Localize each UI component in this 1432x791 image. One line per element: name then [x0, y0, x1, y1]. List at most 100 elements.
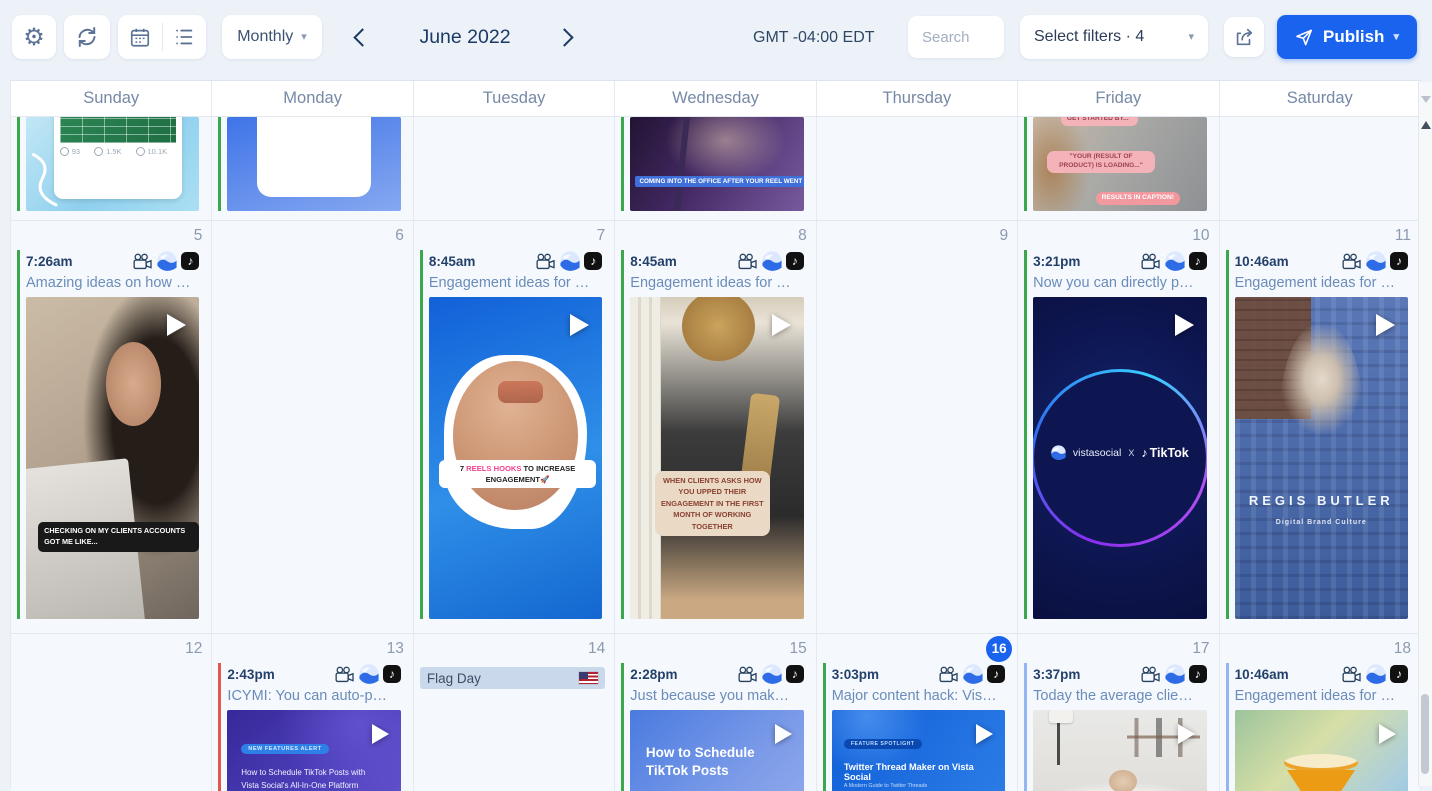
day-cell-11[interactable]: 11 10:46am ♪ Engagement ideas for … REGI…	[1220, 221, 1421, 633]
publish-button[interactable]: Publish ▾	[1277, 15, 1417, 59]
next-month-button[interactable]	[555, 28, 573, 46]
share-calendar-button[interactable]	[1224, 17, 1264, 57]
day-number: 18	[1394, 640, 1411, 658]
day-cell-13[interactable]: 13 2:43pm ♪ ICYMI: You can auto-p… NEW F…	[212, 634, 413, 791]
video-camera-icon	[1140, 253, 1161, 270]
day-cell-14[interactable]: 14 Flag Day	[414, 634, 615, 791]
previous-month-button[interactable]	[353, 28, 371, 46]
calendar-view-button[interactable]	[118, 15, 162, 59]
day-header-tuesday: Tuesday	[414, 81, 615, 116]
calendar-post[interactable]: Photographers YOU'LL WANT TO FOLLOW	[218, 117, 400, 211]
search-input[interactable]	[908, 16, 1004, 58]
calendar-post[interactable]: 3:37pm ♪ Today the average clie… WHEN YO…	[1024, 663, 1206, 791]
day-number: 15	[789, 640, 806, 658]
day-cell-6[interactable]: 6	[212, 221, 413, 633]
video-camera-icon	[737, 666, 758, 683]
calendar-post[interactable]: 7:26am ♪ Amazing ideas on how … CHECKING…	[17, 250, 199, 619]
tiktok-icon: ♪	[1189, 252, 1207, 270]
day-cell-8[interactable]: 8 8:45am ♪ Engagement ideas for … WHEN C…	[615, 221, 816, 633]
post-title: Now you can directly p…	[1033, 272, 1206, 294]
refresh-button[interactable]	[64, 15, 110, 59]
tiktok-icon: ♪	[786, 252, 804, 270]
video-camera-icon	[535, 253, 556, 270]
day-cell[interactable]	[1220, 117, 1421, 220]
day-number: 10	[1192, 227, 1209, 245]
day-cell[interactable]	[414, 117, 615, 220]
scroll-up-icon[interactable]	[1421, 121, 1431, 129]
list-view-button[interactable]	[162, 15, 206, 59]
thumbnail-title: Twitter Thread Maker on Vista Social	[844, 762, 993, 782]
view-range-dropdown[interactable]: Monthly ▾	[222, 15, 322, 59]
post-thumbnail: How to Schedule TikTok Posts with Vista …	[630, 710, 803, 791]
day-cell-17[interactable]: 17 3:37pm ♪ Today the average clie… WHEN…	[1018, 634, 1219, 791]
week-row-jun5-11: 5 7:26am ♪ Amazing ideas on how … CHECKI…	[11, 220, 1421, 633]
day-cell-12[interactable]: 12	[11, 634, 212, 791]
calendar-post[interactable]: GET STARTED BY..." "YOUR (RESULT OF PROD…	[1024, 117, 1206, 211]
day-cell-18[interactable]: 18 10:46am ♪ Engagement ideas for …	[1220, 634, 1421, 791]
day-cell-5[interactable]: 5 7:26am ♪ Amazing ideas on how … CHECKI…	[11, 221, 212, 633]
thumbnail-title: How to Schedule TikTok Posts	[646, 744, 785, 780]
post-network-icons: ♪	[1341, 251, 1408, 271]
calendar-post[interactable]: 3:21pm ♪ Now you can directly p… vistaso…	[1024, 250, 1206, 619]
repost-icon	[94, 147, 103, 156]
day-header-row: Sunday Monday Tuesday Wednesday Thursday…	[11, 81, 1421, 116]
day-cell-16[interactable]: 16 3:03pm ♪ Major content hack: Vis… FEA…	[817, 634, 1018, 791]
calendar-post[interactable]: 10:46am ♪ Engagement ideas for … REGIS B…	[1226, 250, 1408, 619]
day-cell[interactable]: Photographers YOU'LL WANT TO FOLLOW	[212, 117, 413, 220]
squiggle-decoration	[30, 147, 82, 209]
calendar-post[interactable]: 10:46am ♪ Engagement ideas for …	[1226, 663, 1408, 791]
repost-count: 1.5K	[106, 147, 121, 156]
day-cell[interactable]: 93 1.5K 10.1K	[11, 117, 212, 220]
video-camera-icon	[1140, 666, 1161, 683]
day-number: 9	[1000, 227, 1009, 245]
post-network-icons: ♪	[938, 664, 1005, 684]
post-time: 2:28pm	[630, 667, 677, 682]
vertical-scrollbar[interactable]	[1418, 82, 1432, 786]
day-cell-9[interactable]: 9	[817, 221, 1018, 633]
tiktok-icon: ♪	[584, 252, 602, 270]
post-title: Just because you mak…	[630, 685, 803, 707]
video-camera-icon	[1341, 253, 1362, 270]
calendar-post[interactable]: 2:43pm ♪ ICYMI: You can auto-p… NEW FEAT…	[218, 663, 400, 791]
day-cell-7[interactable]: 7 8:45am ♪ Engagement ideas for … 7 REEL…	[414, 221, 615, 633]
calendar-post[interactable]: 93 1.5K 10.1K	[17, 117, 199, 211]
day-cell[interactable]: COMING INTO THE OFFICE AFTER YOUR REEL W…	[615, 117, 816, 220]
post-thumbnail: FEATURE SPOTLIGHT Twitter Thread Maker o…	[832, 710, 1005, 791]
post-title: Engagement ideas for …	[630, 272, 803, 294]
tiktok-icon: ♪	[1390, 252, 1408, 270]
thumbnail-badge: FEATURE SPOTLIGHT	[844, 739, 922, 749]
day-header-monday: Monday	[212, 81, 413, 116]
calendar-post[interactable]: 2:28pm ♪ Just because you mak… How to Sc…	[621, 663, 803, 791]
post-time: 7:26am	[26, 254, 73, 269]
vista-social-avatar-icon	[762, 251, 782, 271]
filters-label: Select filters · 4	[1034, 28, 1144, 46]
day-number: 5	[194, 227, 203, 245]
brand-x: X	[1128, 448, 1134, 458]
post-title: ICYMI: You can auto-p…	[227, 685, 400, 707]
vista-social-avatar-icon	[1051, 445, 1066, 460]
play-icon	[167, 314, 186, 336]
calendar-post[interactable]: 8:45am ♪ Engagement ideas for … 7 REELS …	[420, 250, 602, 619]
post-time: 8:45am	[630, 254, 677, 269]
toolbar: ⚙ Monthly ▾ June 2022 GMT -04:00 EDT Sel…	[0, 0, 1432, 80]
scroll-caret-light-icon[interactable]	[1421, 96, 1431, 103]
day-cell-10[interactable]: 10 3:21pm ♪ Now you can directly p… vist…	[1018, 221, 1219, 633]
settings-button[interactable]: ⚙	[12, 15, 56, 59]
post-thumbnail: Photographers YOU'LL WANT TO FOLLOW	[227, 117, 400, 211]
calendar-post[interactable]: 3:03pm ♪ Major content hack: Vis… FEATUR…	[823, 663, 1005, 791]
thumbnail-caption: RESULTS IN CAPTION!	[1096, 192, 1180, 205]
day-cell-15[interactable]: 15 2:28pm ♪ Just because you mak… How to…	[615, 634, 816, 791]
like-count: 10.1K	[148, 147, 168, 156]
scrollbar-thumb[interactable]	[1421, 694, 1429, 774]
holiday-event[interactable]: Flag Day	[420, 667, 605, 689]
post-network-icons: ♪	[737, 251, 804, 271]
calendar-post[interactable]: 8:45am ♪ Engagement ideas for … WHEN CLI…	[621, 250, 803, 619]
play-icon	[775, 724, 792, 744]
day-header-wednesday: Wednesday	[615, 81, 816, 116]
day-cell[interactable]	[817, 117, 1018, 220]
thumbnail-caption: WHEN CLIENTS ASKS HOW YOU UPPED THEIR EN…	[655, 471, 771, 536]
view-range-label: Monthly	[237, 28, 293, 46]
filters-dropdown[interactable]: Select filters · 4 ▾	[1020, 15, 1208, 59]
calendar-post[interactable]: COMING INTO THE OFFICE AFTER YOUR REEL W…	[621, 117, 803, 211]
day-cell[interactable]: GET STARTED BY..." "YOUR (RESULT OF PROD…	[1018, 117, 1219, 220]
